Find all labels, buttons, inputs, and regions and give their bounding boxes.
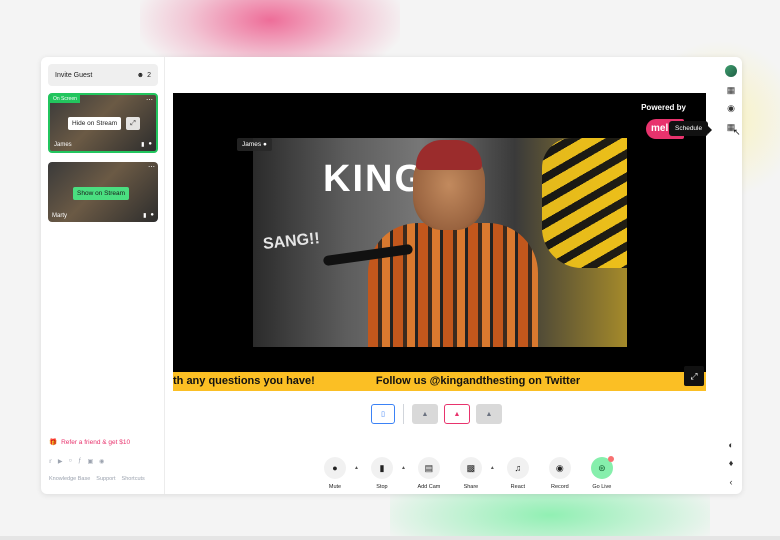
chevron-down-icon[interactable]: ▲: [401, 465, 406, 471]
gift-icon: 🎁: [49, 439, 58, 446]
react-control: ♫ React: [499, 457, 537, 490]
layout-selector: ▯ ▲ ▲ ▲: [371, 404, 502, 424]
chevron-down-icon[interactable]: ▲: [354, 465, 359, 471]
schedule-tooltip: Schedule: [669, 121, 713, 136]
ticker-banner: th any questions you have! Follow us @ki…: [173, 372, 706, 391]
hide-on-stream-button[interactable]: Hide on Stream: [68, 117, 122, 130]
speaker-beanie: [416, 140, 482, 170]
refer-friend-label: Refer a friend & get $10: [61, 438, 131, 446]
record-icon[interactable]: ◉: [548, 457, 571, 479]
youtube-icon[interactable]: ▶: [58, 458, 63, 465]
invite-guest-button[interactable]: Invite Guest ☻ 2: [48, 64, 158, 86]
taskbar-strip: [0, 536, 780, 540]
camera-icon[interactable]: ▮: [370, 457, 393, 479]
mic-icon: ●: [262, 141, 267, 148]
wasp-mural: [542, 138, 627, 268]
go-live-label: Go Live: [592, 484, 612, 490]
knowledge-base-link[interactable]: Knowledge Base: [49, 476, 90, 482]
right-rail: ▦ ◉ ▦ ◐ ♦ ‹: [720, 57, 742, 494]
screen-share-icon[interactable]: ▩: [459, 457, 482, 479]
person-icon: ▲: [453, 410, 461, 418]
invite-guest-label: Invite Guest: [55, 71, 93, 79]
speaker-video: KING SANG!!: [253, 138, 627, 347]
linkedin-icon[interactable]: ▣: [88, 458, 94, 465]
tile-status-icons: ▮ ●: [143, 212, 154, 219]
studio-window: Invite Guest ☻ 2 On Screen ⋯ Hide on Str…: [41, 57, 742, 494]
chevron-left-icon[interactable]: ‹: [725, 476, 737, 488]
layout-option-2[interactable]: ▲: [444, 404, 470, 424]
user-avatar[interactable]: [725, 65, 737, 77]
add-cam-control: ▤ Add Cam: [410, 457, 448, 490]
layout-option-3[interactable]: ▲: [476, 404, 502, 424]
person-icon: ▲: [421, 410, 429, 418]
camera-icon: ▮: [141, 142, 145, 148]
camera-icon: ▮: [143, 213, 147, 219]
ticker-text-1: th any questions you have!: [173, 375, 315, 387]
more-options-icon[interactable]: ⋯: [146, 96, 153, 104]
fullscreen-icon[interactable]: ⤢: [684, 366, 704, 386]
react-label: React: [510, 484, 526, 490]
on-screen-badge: On Screen: [50, 95, 80, 103]
record-label: Record: [550, 484, 569, 490]
tile-status-icons: ▮ ●: [141, 141, 152, 148]
speaker-shirt: [368, 223, 538, 347]
mute-label: Mute: [328, 484, 342, 490]
guest-count-value: 2: [147, 71, 151, 79]
broadcast-icon[interactable]: ⊛: [590, 456, 614, 479]
person-icon: ▲: [485, 410, 493, 418]
more-options-icon[interactable]: ⋯: [148, 163, 155, 171]
chevron-down-icon[interactable]: ▲: [490, 465, 495, 471]
wall-graffiti-text: KING: [323, 158, 426, 200]
layout-option-1[interactable]: ▲: [412, 404, 438, 424]
speaker-name-tag: James ●: [237, 138, 272, 151]
powered-by-label: Powered by: [641, 103, 686, 112]
apps-grid-icon[interactable]: ▦: [725, 84, 737, 96]
guest-sidebar: Invite Guest ☻ 2 On Screen ⋯ Hide on Str…: [41, 57, 165, 494]
guest-name: Marty: [52, 213, 67, 219]
chat-icon[interactable]: ◉: [725, 102, 737, 114]
facebook-icon[interactable]: ƒ: [78, 458, 81, 465]
share-control: ▩ Share ▲: [452, 457, 495, 490]
twitter-icon[interactable]: 𝕣: [49, 458, 52, 465]
footer-links: Knowledge Base Support Shortcuts: [49, 476, 145, 482]
shortcuts-link[interactable]: Shortcuts: [122, 476, 145, 482]
notification-bell-icon[interactable]: ♦: [725, 457, 737, 469]
record-control: ◉ Record: [541, 457, 579, 490]
live-indicator-dot: [607, 456, 614, 462]
users-icon: ☻: [136, 71, 145, 79]
palette-icon[interactable]: ◐: [725, 439, 737, 451]
support-link[interactable]: Support: [96, 476, 115, 482]
refer-friend-link[interactable]: 🎁 Refer a friend & get $10: [49, 438, 131, 447]
mic-icon[interactable]: ●: [324, 457, 346, 479]
instagram-icon[interactable]: ○: [69, 458, 73, 465]
music-note-icon[interactable]: ♫: [506, 457, 529, 479]
stream-stage: Powered by mel KING SANG!! James ● th an…: [173, 93, 706, 391]
speaker-name: James: [242, 141, 262, 148]
discord-icon[interactable]: ◉: [99, 458, 104, 465]
pointer-cursor-icon: ↖: [733, 127, 741, 137]
ticker-text-2: Follow us @kingandthesting on Twitter: [375, 375, 581, 387]
social-links: 𝕣 ▶ ○ ƒ ▣ ◉: [49, 458, 104, 465]
wall-graffiti-text-2: SANG!!: [262, 230, 321, 253]
guest-count: ☻ 2: [137, 72, 151, 79]
mic-icon: ●: [150, 212, 154, 218]
guest-name: James: [54, 142, 72, 148]
guest-tile-marty[interactable]: ⋯ Show on Stream Marty ▮ ●: [48, 162, 158, 222]
guest-tile-james[interactable]: On Screen ⋯ Hide on Stream ⤢ ☝ James ▮ ●: [48, 93, 158, 153]
show-on-stream-button[interactable]: Show on Stream: [73, 187, 130, 200]
stop-label: Stop: [376, 484, 388, 490]
add-cam-label: Add Cam: [417, 484, 441, 490]
add-camera-icon[interactable]: ▤: [417, 457, 440, 479]
expand-icon[interactable]: ⤢: [126, 117, 140, 130]
phone-icon: ▯: [381, 411, 385, 418]
share-label: Share: [463, 484, 479, 490]
stop-control: ▮ Stop ▲: [363, 457, 406, 490]
layout-divider: [403, 404, 404, 424]
control-bar: ● Mute ▲ ▮ Stop ▲ ▤ Add Cam ▩ Share ▲ ♫ …: [316, 456, 621, 490]
layout-portrait-button[interactable]: ▯: [371, 404, 395, 424]
mic-icon: ●: [148, 141, 152, 147]
mute-control: ● Mute ▲: [316, 457, 359, 490]
go-live-control: ⊛ Go Live: [583, 456, 621, 490]
